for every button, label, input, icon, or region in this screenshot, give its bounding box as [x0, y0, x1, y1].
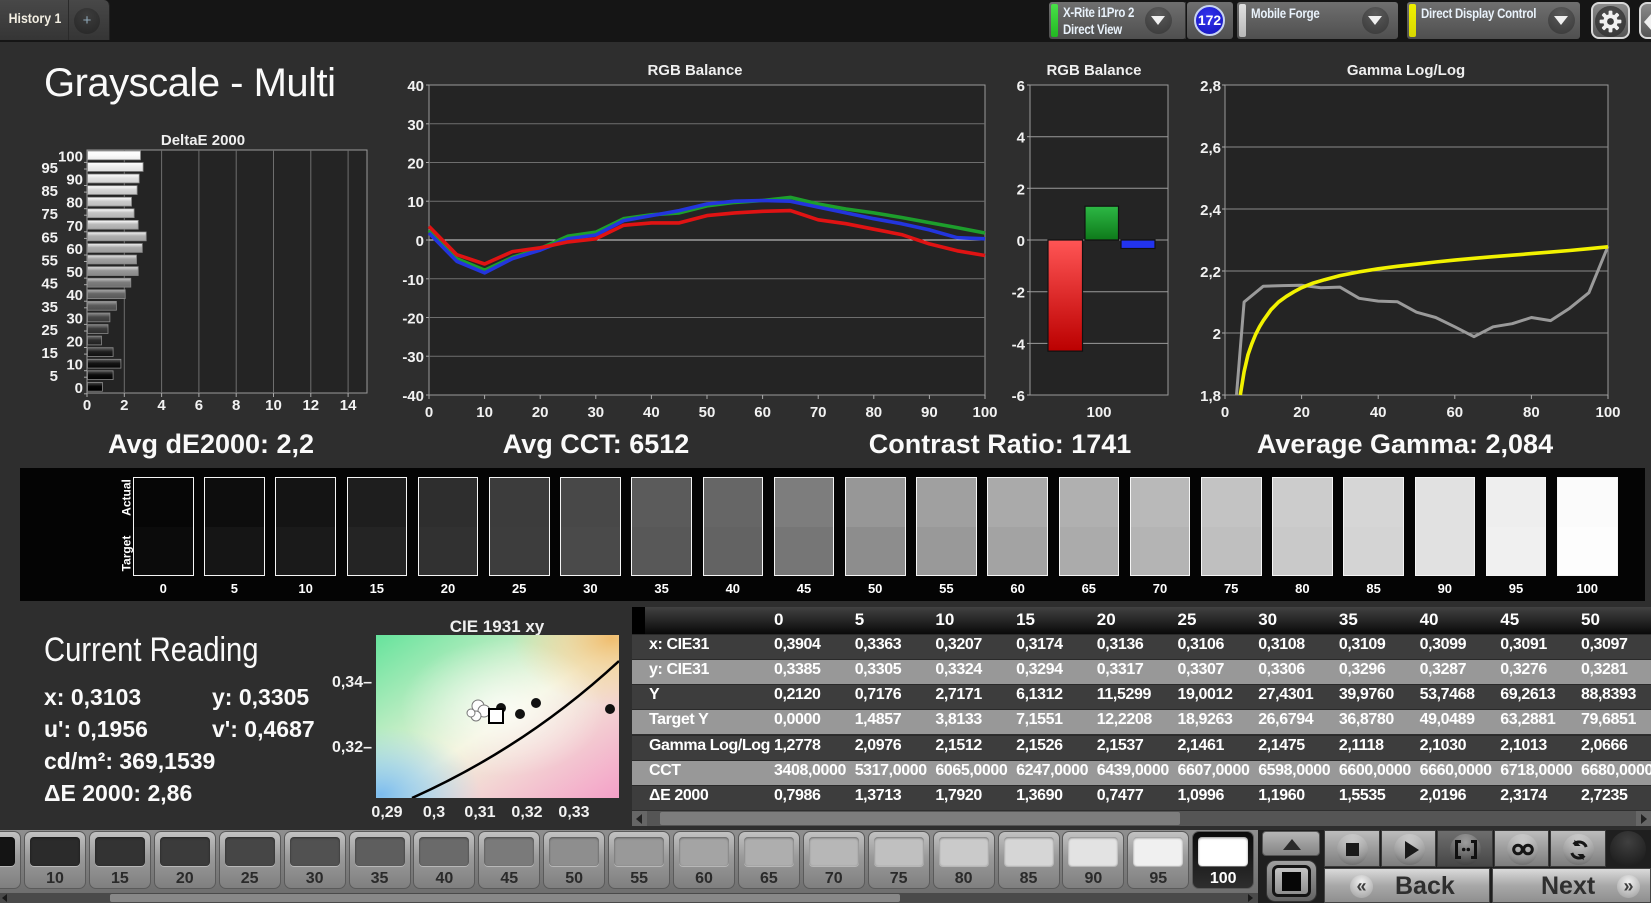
- svg-text:50: 50: [66, 264, 83, 281]
- svg-text:0: 0: [75, 380, 83, 397]
- svg-text:70: 70: [66, 218, 83, 235]
- svg-text:55: 55: [41, 253, 58, 270]
- svg-text:80: 80: [865, 404, 882, 421]
- svg-text:30: 30: [587, 404, 604, 421]
- svg-text:90: 90: [66, 172, 83, 189]
- svg-text:100: 100: [1086, 404, 1111, 421]
- svg-text:75: 75: [41, 206, 58, 223]
- svg-text:30: 30: [66, 310, 83, 327]
- svg-text:20: 20: [66, 334, 83, 351]
- svg-text:20: 20: [532, 404, 549, 421]
- svg-text:0: 0: [425, 404, 433, 421]
- svg-text:80: 80: [66, 195, 83, 212]
- svg-text:RGB Balance: RGB Balance: [1046, 62, 1141, 79]
- svg-text:6: 6: [1017, 78, 1025, 95]
- svg-text:-2: -2: [1012, 285, 1025, 302]
- svg-text:35: 35: [41, 299, 58, 316]
- svg-text:2,6: 2,6: [1200, 140, 1221, 157]
- svg-text:60: 60: [754, 404, 771, 421]
- svg-text:25: 25: [41, 322, 58, 339]
- svg-text:4: 4: [157, 397, 166, 414]
- svg-text:6: 6: [195, 397, 203, 414]
- svg-text:10: 10: [66, 357, 83, 374]
- svg-text:90: 90: [921, 404, 938, 421]
- svg-text:2,2: 2,2: [1200, 264, 1221, 281]
- svg-text:-30: -30: [402, 349, 424, 366]
- svg-text:DeltaE 2000: DeltaE 2000: [161, 132, 245, 149]
- svg-text:65: 65: [41, 229, 58, 246]
- svg-text:4: 4: [1017, 130, 1026, 147]
- svg-text:0: 0: [1017, 233, 1025, 250]
- svg-text:0: 0: [1221, 404, 1229, 421]
- svg-text:45: 45: [41, 276, 58, 293]
- svg-text:10: 10: [407, 194, 424, 211]
- svg-text:40: 40: [66, 287, 83, 304]
- svg-text:15: 15: [41, 345, 58, 362]
- svg-text:-40: -40: [402, 388, 424, 405]
- svg-text:100: 100: [58, 148, 83, 165]
- svg-text:50: 50: [699, 404, 716, 421]
- svg-text:0: 0: [83, 397, 91, 414]
- svg-text:100: 100: [972, 404, 997, 421]
- svg-text:30: 30: [407, 117, 424, 134]
- svg-text:85: 85: [41, 183, 58, 200]
- svg-text:40: 40: [1370, 404, 1387, 421]
- svg-text:10: 10: [265, 397, 282, 414]
- svg-text:20: 20: [407, 156, 424, 173]
- svg-text:20: 20: [1293, 404, 1310, 421]
- svg-text:-4: -4: [1012, 336, 1026, 353]
- svg-text:0: 0: [416, 233, 424, 250]
- svg-text:60: 60: [66, 241, 83, 258]
- svg-text:2: 2: [120, 397, 128, 414]
- svg-text:10: 10: [476, 404, 493, 421]
- svg-text:70: 70: [810, 404, 827, 421]
- svg-text:2: 2: [1213, 326, 1221, 343]
- svg-text:2,4: 2,4: [1200, 202, 1222, 219]
- svg-text:8: 8: [232, 397, 240, 414]
- svg-text:2: 2: [1017, 181, 1025, 198]
- svg-text:1,8: 1,8: [1200, 388, 1221, 405]
- svg-text:5: 5: [50, 368, 58, 385]
- svg-text:100: 100: [1595, 404, 1620, 421]
- svg-text:40: 40: [407, 78, 424, 95]
- svg-text:RGB Balance: RGB Balance: [647, 62, 742, 79]
- svg-text:14: 14: [340, 397, 357, 414]
- svg-text:40: 40: [643, 404, 660, 421]
- svg-text:Gamma Log/Log: Gamma Log/Log: [1347, 62, 1465, 79]
- svg-text:-10: -10: [402, 272, 424, 289]
- svg-text:80: 80: [1523, 404, 1540, 421]
- svg-text:95: 95: [41, 160, 58, 177]
- svg-text:-20: -20: [402, 311, 424, 328]
- svg-text:60: 60: [1446, 404, 1463, 421]
- svg-text:-6: -6: [1012, 388, 1025, 405]
- svg-text:12: 12: [302, 397, 319, 414]
- svg-text:2,8: 2,8: [1200, 78, 1221, 95]
